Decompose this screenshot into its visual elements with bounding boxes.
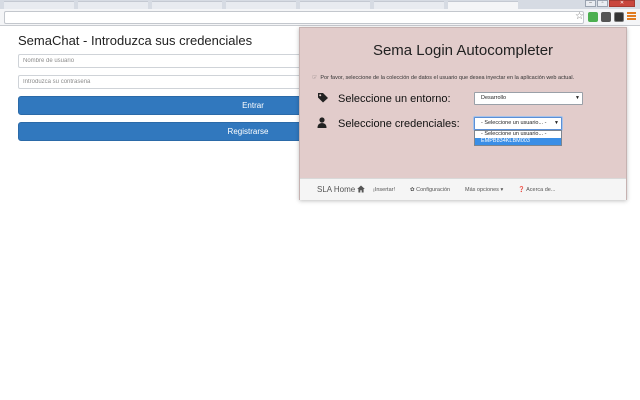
popup-navbar: SLA Home ¡Insertar! ✿ Configuración Más …	[300, 178, 626, 200]
browser-tab[interactable]	[4, 1, 74, 9]
user-icon	[317, 117, 327, 131]
environment-select[interactable]: Desarrollo ▼	[474, 92, 583, 105]
nav-insert[interactable]: ¡Insertar!	[373, 179, 395, 201]
password-input[interactable]	[18, 75, 308, 89]
extension-icon[interactable]	[601, 12, 611, 22]
browser-tab[interactable]	[300, 1, 370, 9]
nav-more-options[interactable]: Más opciones ▾	[465, 179, 503, 201]
browser-tab[interactable]	[374, 1, 444, 9]
environment-selected-value: Desarrollo	[481, 95, 507, 101]
popup-title: Sema Login Autocompleter	[372, 42, 554, 59]
credentials-label: Seleccione credenciales:	[338, 118, 460, 130]
home-icon	[357, 180, 366, 193]
browser-tab[interactable]	[226, 1, 296, 9]
minimize-icon[interactable]: –	[585, 0, 596, 7]
credentials-selected-value: - Seleccione un usuario... -	[481, 120, 547, 126]
browser-tab-strip: – ▫ ✕	[0, 0, 640, 9]
address-bar[interactable]	[4, 11, 584, 24]
browser-tab[interactable]	[152, 1, 222, 9]
browser-tab-active[interactable]	[448, 1, 518, 9]
nav-configuration[interactable]: ✿ Configuración	[410, 179, 450, 201]
dropdown-option[interactable]: - Seleccione un usuario... -	[475, 131, 561, 138]
login-button[interactable]: Entrar	[18, 96, 308, 115]
page-title: SemaChat - Introduzca sus credenciales	[18, 33, 253, 48]
cog-icon: ✿	[410, 187, 415, 193]
extension-icon[interactable]	[588, 12, 598, 22]
credentials-dropdown-list: - Seleccione un usuario... - EMPB834KLBM…	[474, 130, 562, 146]
username-input[interactable]	[18, 54, 308, 68]
register-button[interactable]: Registrarse	[18, 122, 308, 141]
sema-extension-icon[interactable]	[614, 12, 624, 22]
bookmark-star-icon[interactable]: ☆	[575, 11, 584, 23]
browser-tab[interactable]	[78, 1, 148, 9]
browser-toolbar: ☆	[0, 9, 640, 26]
tags-icon	[317, 92, 329, 106]
info-message: ☞ Por favor, seleccione de la colección d…	[312, 74, 574, 81]
question-circle-icon: ❓	[518, 187, 525, 193]
hand-pointer-icon: ☞	[312, 75, 318, 81]
nav-brand-label: SLA Home	[317, 185, 356, 194]
close-icon[interactable]: ✕	[609, 0, 635, 7]
nav-brand-home[interactable]: SLA Home	[317, 179, 366, 201]
caret-down-icon: ▼	[554, 120, 559, 126]
environment-label: Seleccione un entorno:	[338, 93, 451, 105]
caret-down-icon: ▼	[575, 95, 580, 101]
nav-about[interactable]: ❓ Acerca de...	[518, 179, 555, 201]
info-text: Por favor, seleccione de la colección de…	[320, 75, 575, 81]
extension-popup: Sema Login Autocompleter ☞ Por favor, sel…	[299, 27, 627, 200]
credentials-select[interactable]: - Seleccione un usuario... - ▼	[474, 117, 562, 130]
dropdown-option-highlighted[interactable]: EMPB834KLBM003	[475, 138, 561, 145]
browser-menu-icon[interactable]	[627, 12, 636, 22]
maximize-icon[interactable]: ▫	[597, 0, 608, 7]
